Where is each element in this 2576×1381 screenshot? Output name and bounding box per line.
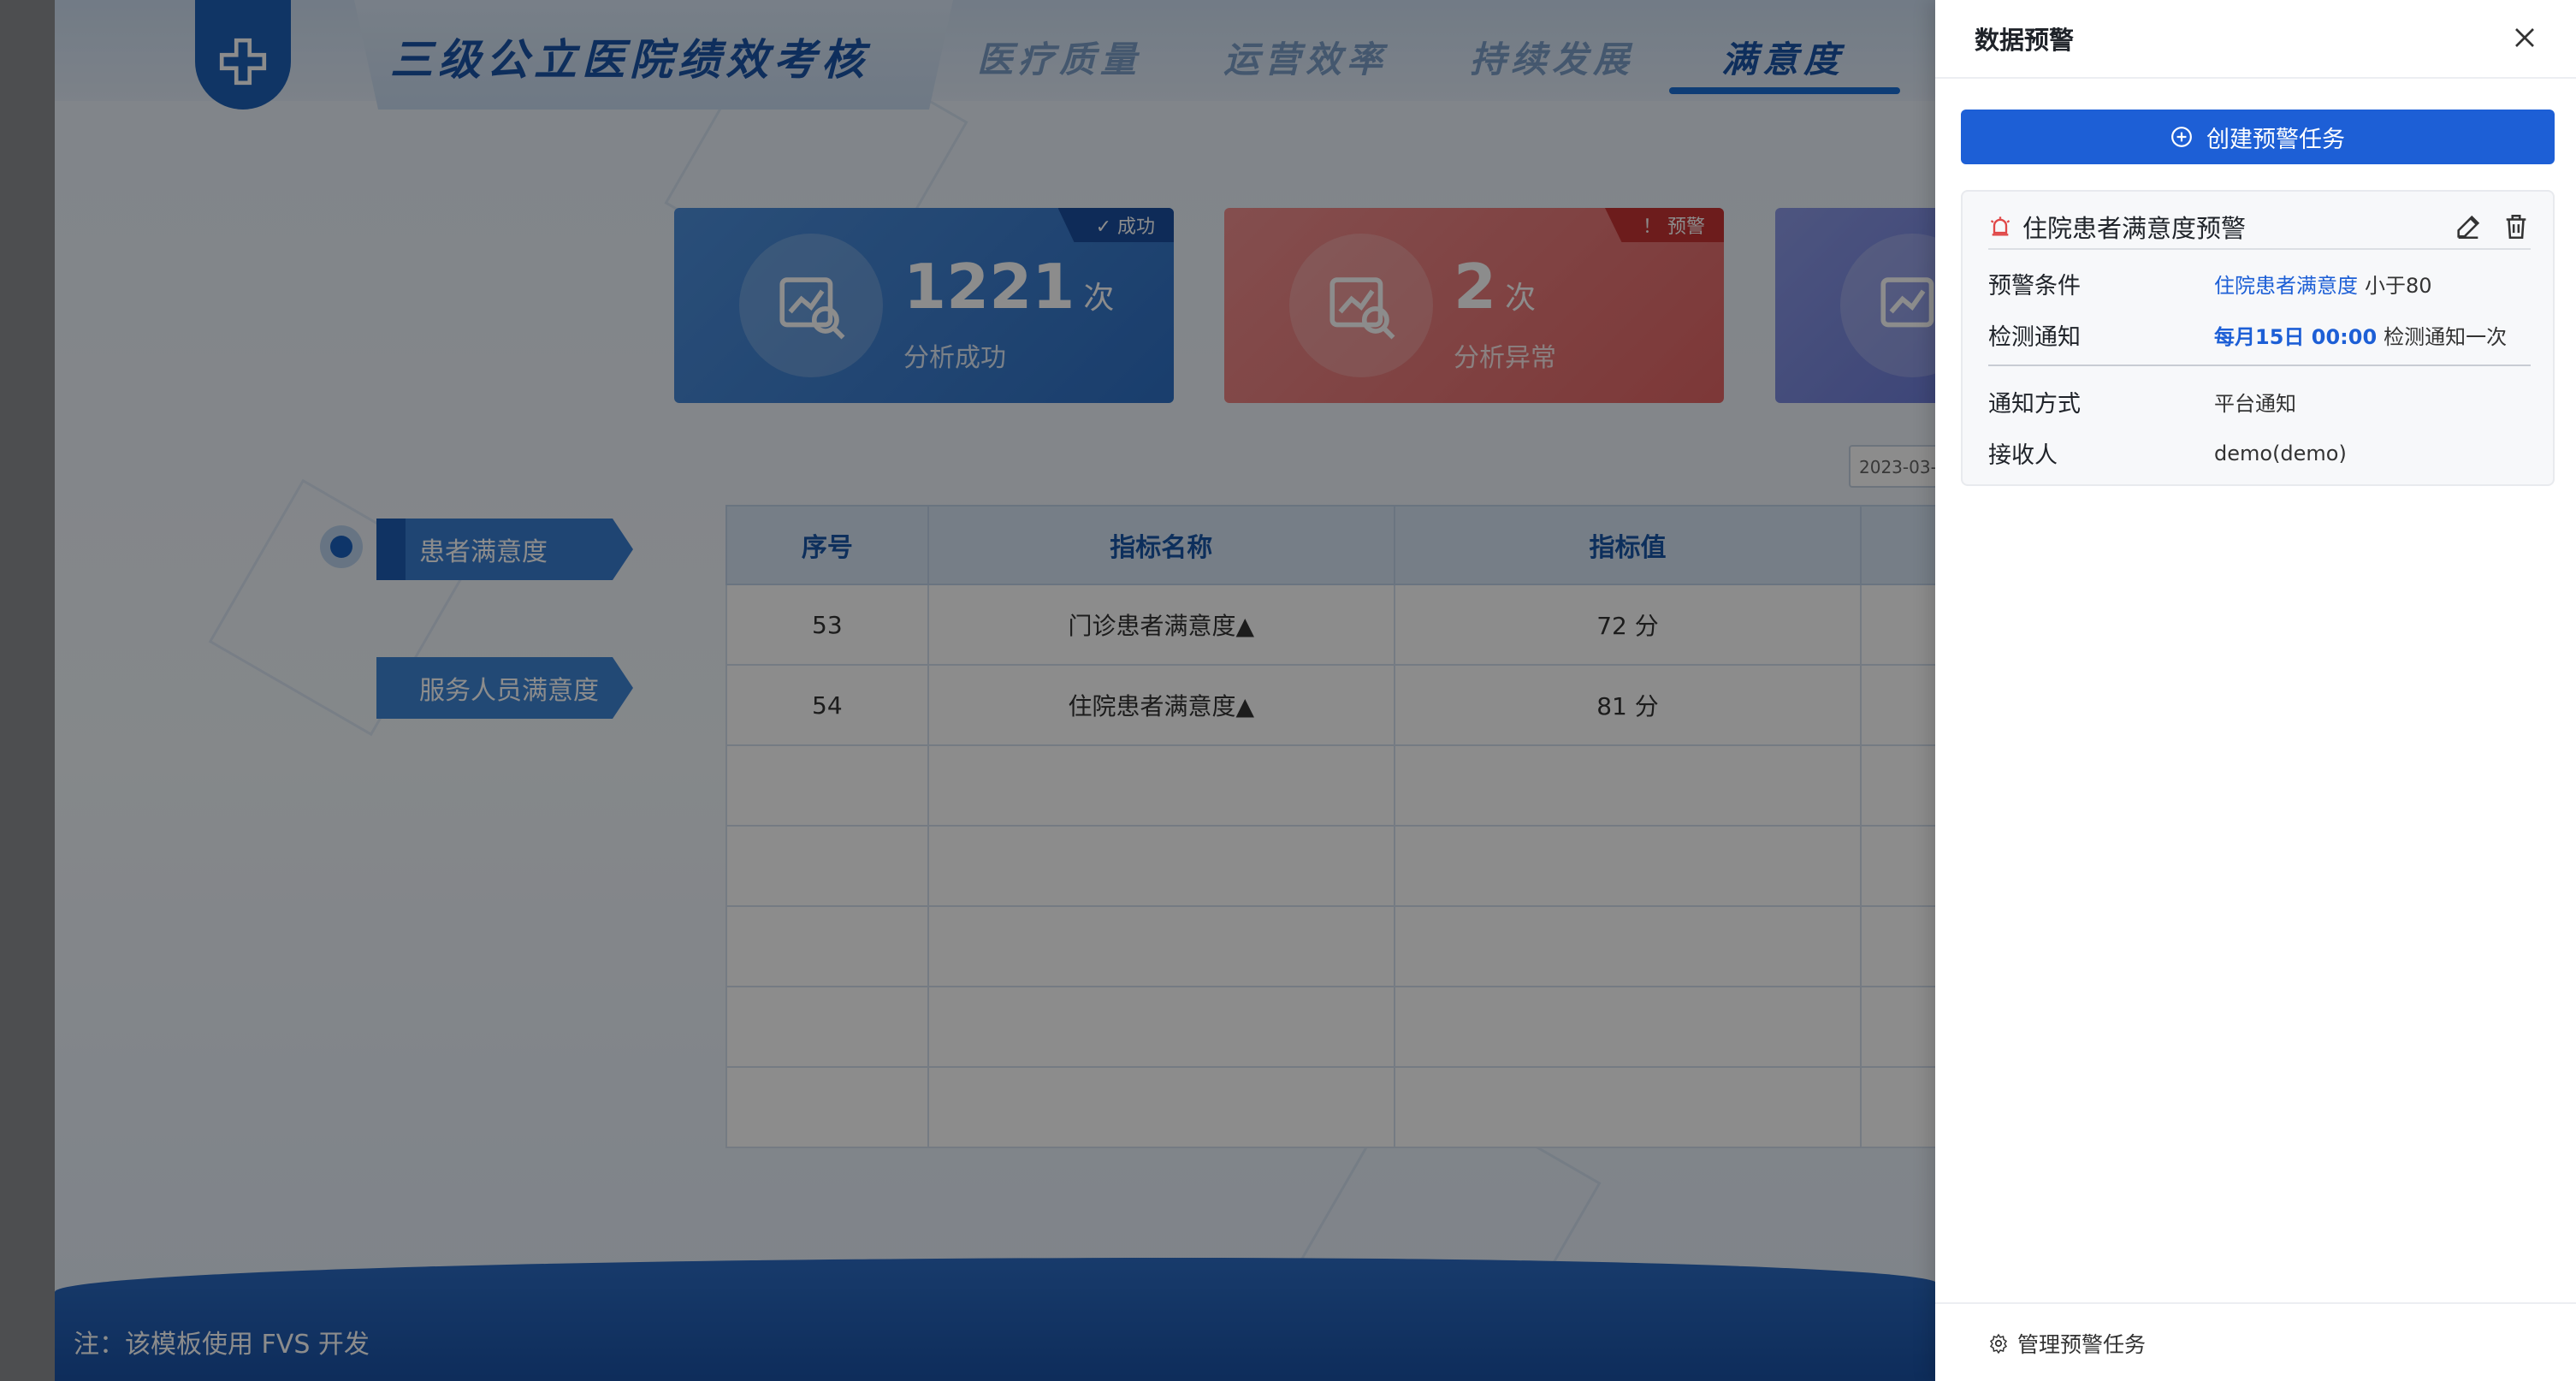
gear-icon xyxy=(1989,1333,2008,1354)
drawer-title: 数据预警 xyxy=(1975,26,2075,55)
create-alert-task-button[interactable]: 创建预警任务 xyxy=(1961,110,2555,164)
condition-label: 预警条件 xyxy=(1988,273,2081,299)
detect-label: 检测通知 xyxy=(1988,324,2081,351)
receiver-value: demo(demo) xyxy=(2214,441,2347,465)
alarm-icon xyxy=(1990,216,2010,236)
condition-rule: 小于80 xyxy=(2365,274,2432,298)
condition-metric: 住院患者满意度 xyxy=(2214,274,2358,298)
close-button[interactable] xyxy=(2508,21,2542,55)
manage-alert-tasks-label: 管理预警任务 xyxy=(2017,1332,2147,1357)
drawer-footer: 管理预警任务 xyxy=(1935,1302,2576,1381)
notify-row: 通知方式 平台通知 xyxy=(1988,385,2296,418)
task-card-header: 住院患者满意度预警 xyxy=(1988,205,2531,250)
notify-label: 通知方式 xyxy=(1988,391,2081,418)
close-icon xyxy=(2515,28,2534,47)
create-alert-task-label: 创建预警任务 xyxy=(2206,126,2345,153)
task-divider xyxy=(1988,365,2531,366)
plus-circle-icon xyxy=(2171,127,2192,147)
data-alert-drawer: 数据预警 创建预警任务 住院患者满意度预警 预警条件 住院患者满意度 小于80 … xyxy=(1935,0,2576,1381)
edit-icon[interactable] xyxy=(2454,212,2483,241)
task-name: 住院患者满意度预警 xyxy=(2022,214,2247,243)
drawer-header: 数据预警 xyxy=(1935,0,2576,79)
detect-desc: 检测通知一次 xyxy=(2384,325,2508,349)
detect-time: 每月15日 00:00 xyxy=(2214,325,2378,349)
alert-task-card: 住院患者满意度预警 预警条件 住院患者满意度 小于80 检测通知 每月15日 0… xyxy=(1961,190,2555,486)
manage-alert-tasks-link[interactable]: 管理预警任务 xyxy=(1988,1328,2146,1359)
condition-row: 预警条件 住院患者满意度 小于80 xyxy=(1988,267,2432,300)
delete-icon[interactable] xyxy=(2502,212,2531,241)
notify-value: 平台通知 xyxy=(2214,392,2296,416)
receiver-label: 接收人 xyxy=(1988,442,2058,469)
modal-overlay[interactable] xyxy=(0,0,1935,1381)
detect-row: 检测通知 每月15日 00:00 检测通知一次 xyxy=(1988,318,2507,352)
receiver-row: 接收人 demo(demo) xyxy=(1988,436,2347,470)
